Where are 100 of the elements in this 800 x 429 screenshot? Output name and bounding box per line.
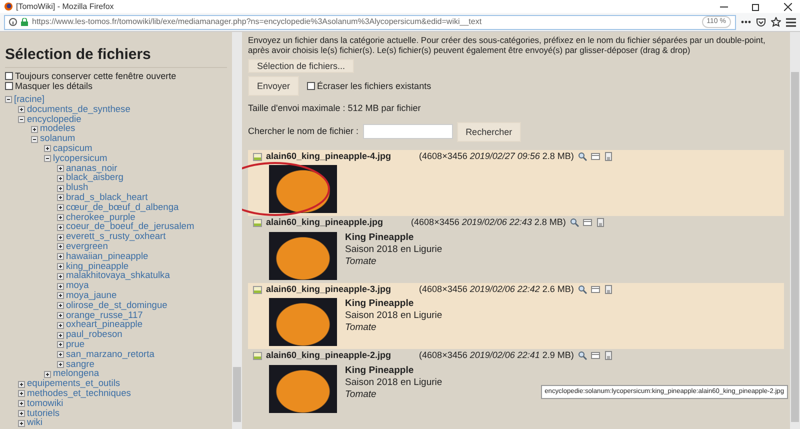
more-icon[interactable] — [741, 20, 751, 24]
menu-icon[interactable] — [786, 18, 796, 26]
tree-link[interactable]: documents_de_synthese — [27, 104, 130, 115]
tree-link[interactable]: black_aisberg — [66, 173, 124, 184]
expand-icon[interactable] — [18, 380, 25, 388]
pocket-icon[interactable] — [756, 17, 766, 27]
collapse-icon[interactable] — [18, 116, 25, 123]
tree-link[interactable]: san_marzano_retorta — [66, 350, 154, 360]
tree-link[interactable]: paul_robeson — [66, 330, 122, 340]
expand-icon[interactable] — [31, 126, 38, 133]
expand-icon[interactable] — [57, 184, 64, 192]
window-icon[interactable] — [582, 218, 592, 228]
file-name-link[interactable]: alain60_king_pineapple-4.jpg — [266, 152, 392, 161]
expand-icon[interactable] — [18, 390, 25, 398]
expand-icon[interactable] — [57, 164, 64, 172]
scrollbar[interactable] — [232, 32, 242, 429]
window-icon[interactable] — [590, 284, 600, 294]
tree-link[interactable]: cherokee_purple — [66, 212, 136, 222]
file-name-link[interactable]: alain60_king_pineapple-2.jpg — [266, 351, 392, 360]
tree-link[interactable]: prue — [66, 340, 85, 350]
file-name-link[interactable]: alain60_king_pineapple.jpg — [266, 218, 384, 228]
tree-link[interactable]: modeles — [40, 124, 76, 134]
tree-link[interactable]: cœur_de_bœuf_d_albenga — [66, 202, 179, 213]
window-icon[interactable] — [590, 152, 600, 161]
tree-link[interactable]: capsicum — [53, 144, 92, 154]
tree-link[interactable]: moya — [66, 281, 89, 291]
expand-icon[interactable] — [57, 341, 64, 348]
expand-icon[interactable] — [57, 351, 64, 358]
tree-link[interactable]: ananas_noir — [66, 164, 118, 174]
tree-link[interactable]: coeur_de_boeuf_de_jerusalem — [66, 222, 194, 232]
tree-link[interactable]: everett_s_rusty_oxheart — [66, 232, 166, 242]
tree-link[interactable]: methodes_et_techniques — [27, 388, 131, 399]
expand-icon[interactable] — [57, 174, 64, 182]
send-button[interactable]: Envoyer — [248, 76, 300, 96]
expand-icon[interactable] — [57, 204, 64, 212]
tree-link[interactable]: hawaiian_pineapple — [66, 252, 148, 262]
expand-icon[interactable] — [57, 302, 64, 310]
tree-link[interactable]: encyclopedie — [27, 114, 82, 124]
tree-link[interactable]: orange_russe_117 — [66, 310, 143, 320]
tree-link[interactable]: moya_jaune — [66, 290, 117, 301]
window-icon[interactable] — [590, 351, 600, 360]
magnifier-icon[interactable] — [578, 284, 587, 294]
expand-icon[interactable] — [57, 194, 64, 202]
tree-link[interactable]: [racine] — [14, 95, 44, 105]
tree-link[interactable]: melongena — [53, 369, 100, 380]
tree-link[interactable]: olirose_de_st_domingue — [66, 300, 168, 311]
tree-link[interactable]: tomowiki — [27, 398, 64, 408]
expand-icon[interactable] — [57, 322, 64, 329]
expand-icon[interactable] — [57, 243, 64, 250]
tree-link[interactable]: solanum — [40, 134, 76, 144]
maximize-icon[interactable] — [752, 2, 760, 10]
tree-link[interactable]: wiki — [27, 418, 42, 428]
tree-link[interactable]: malakhitovaya_shkatulka — [66, 271, 170, 282]
checkbox-label: Écraser les fichiers existants — [317, 81, 432, 91]
expand-icon[interactable] — [57, 224, 64, 231]
collapse-icon[interactable] — [44, 155, 51, 162]
expand-icon[interactable] — [57, 332, 64, 339]
expand-icon[interactable] — [44, 145, 51, 152]
expand-icon[interactable] — [44, 370, 51, 378]
tree-link[interactable]: tutoriels — [27, 408, 60, 418]
image-title: King Pineapple — [345, 364, 415, 376]
search-button[interactable]: Rechercher — [456, 122, 522, 142]
expand-icon[interactable] — [57, 282, 64, 290]
expand-icon[interactable] — [18, 420, 25, 427]
expand-icon[interactable] — [57, 312, 64, 319]
expand-icon[interactable] — [18, 400, 25, 408]
image-file-icon — [253, 284, 262, 294]
search-field[interactable] — [362, 124, 453, 139]
tree-link[interactable]: oxheart_pineapple — [66, 320, 143, 330]
expand-icon[interactable] — [57, 292, 64, 300]
magnifier-icon[interactable] — [570, 218, 579, 228]
tree-link[interactable]: blush — [66, 183, 88, 193]
tree-link[interactable]: lycopersicum — [53, 154, 108, 164]
magnifier-icon[interactable] — [578, 351, 587, 360]
checkbox[interactable] — [5, 82, 13, 90]
select-files-button[interactable]: Sélection de fichiers... — [248, 59, 354, 73]
tree-link[interactable]: equipements_et_outils — [27, 379, 120, 389]
collapse-icon[interactable] — [31, 136, 38, 143]
expand-icon[interactable] — [57, 272, 64, 280]
expand-icon[interactable] — [57, 253, 64, 260]
close-icon[interactable] — [784, 2, 792, 10]
expand-icon[interactable] — [57, 262, 64, 270]
image-title: King Pineapple — [345, 298, 415, 310]
scrollbar[interactable] — [790, 32, 800, 429]
tree-link[interactable]: king_pineapple — [66, 262, 129, 272]
checkbox[interactable] — [5, 72, 13, 80]
tree-link[interactable]: evergreen — [66, 242, 108, 252]
tree-link[interactable]: brad_s_black_heart — [66, 192, 148, 203]
expand-icon[interactable] — [57, 234, 64, 241]
expand-icon[interactable] — [57, 214, 64, 221]
expand-icon[interactable] — [18, 106, 25, 114]
checkbox[interactable] — [307, 82, 316, 90]
expand-icon[interactable] — [57, 360, 64, 368]
magnifier-icon[interactable] — [578, 152, 587, 161]
star-icon[interactable] — [771, 17, 781, 27]
tree-link[interactable]: sangre — [66, 360, 94, 370]
info-icon[interactable] — [9, 18, 17, 26]
expand-icon[interactable] — [18, 410, 25, 417]
collapse-icon[interactable] — [5, 96, 12, 104]
file-name-link[interactable]: alain60_king_pineapple-3.jpg — [266, 284, 392, 294]
